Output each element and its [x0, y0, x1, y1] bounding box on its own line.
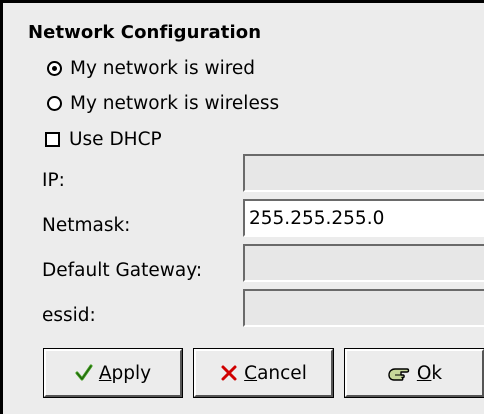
cancel-label: Cancel [244, 363, 307, 384]
radio-wired[interactable] [47, 60, 62, 76]
radio-wireless[interactable] [47, 95, 62, 111]
essid-label: essid: [42, 304, 96, 326]
apply-mnemonic: A [98, 362, 112, 384]
ok-label-rest: k [431, 362, 443, 384]
ok-label: Ok [417, 363, 442, 384]
cancel-mnemonic: C [244, 362, 258, 384]
apply-label-rest: pply [111, 362, 152, 384]
dhcp-option[interactable]: Use DHCP [45, 126, 162, 152]
ip-label: IP: [42, 169, 65, 191]
pointing-hand-icon [387, 363, 411, 383]
dhcp-label: Use DHCP [69, 128, 162, 150]
dialog-title: Network Configuration [28, 22, 262, 43]
radio-wireless-label: My network is wireless [70, 92, 280, 114]
radio-wireless-option[interactable]: My network is wireless [47, 90, 279, 116]
netmask-label: Netmask: [42, 214, 131, 236]
radio-wired-option[interactable]: My network is wired [47, 55, 255, 81]
apply-label: Apply [99, 363, 151, 384]
radio-wired-label: My network is wired [70, 57, 256, 79]
cancel-label-rest: ancel [257, 362, 307, 384]
checkmark-icon [75, 364, 93, 382]
cancel-button[interactable]: Cancel [193, 348, 334, 398]
ok-mnemonic: O [416, 362, 432, 384]
netmask-field[interactable] [243, 199, 484, 237]
dhcp-checkbox[interactable] [45, 131, 60, 147]
network-config-dialog: Network Configuration My network is wire… [0, 0, 484, 414]
gateway-field[interactable] [243, 244, 484, 282]
x-icon [220, 364, 238, 382]
gateway-label: Default Gateway: [42, 259, 203, 281]
apply-button[interactable]: Apply [43, 348, 183, 398]
essid-field[interactable] [243, 289, 484, 327]
ip-field[interactable] [243, 154, 484, 192]
ok-button[interactable]: Ok [344, 348, 484, 398]
